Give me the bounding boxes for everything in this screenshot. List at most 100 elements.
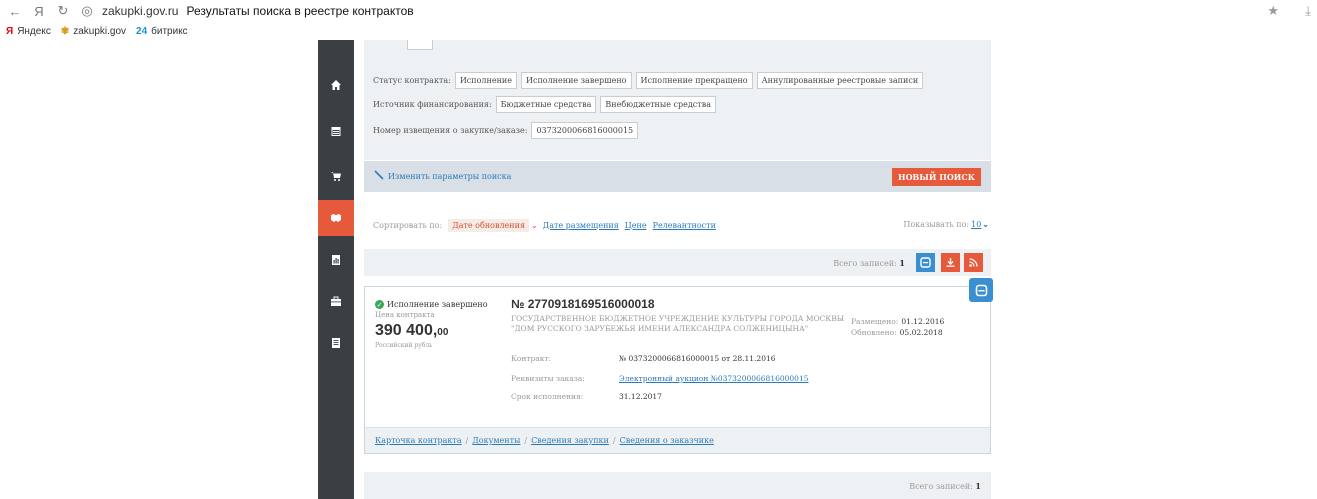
contract-status: ✓ Исполнение завершено: [375, 300, 488, 309]
handshake-icon: [331, 214, 341, 222]
separator: /: [524, 436, 528, 445]
rss-button[interactable]: [964, 253, 983, 272]
sort-option[interactable]: Цене: [625, 221, 647, 230]
records-total-bar: Всего записей: 1: [364, 249, 991, 276]
print-button[interactable]: [916, 253, 935, 272]
yandex-logo-icon: Я: [6, 25, 14, 37]
records-total: Всего записей: 1: [833, 258, 905, 268]
filter-label: Номер извещения о закупке/заказе:: [373, 126, 528, 135]
page-size-selector: Показывать по: 10⌄: [903, 219, 989, 229]
status-text: Исполнение завершено: [387, 300, 488, 309]
sidebar-item-calendar[interactable]: [318, 113, 354, 149]
document-icon: [332, 338, 340, 348]
contract-card-link[interactable]: Карточка контракта: [375, 436, 462, 445]
filter-chip[interactable]: Исполнение: [454, 72, 517, 89]
site-info-icon[interactable]: ◎: [78, 2, 96, 20]
sidebar-item-cart[interactable]: [318, 158, 354, 194]
customer-info-link[interactable]: Сведения о заказчике: [620, 436, 714, 445]
sort-label: Сортировать по:: [373, 220, 443, 230]
placed-label: Размещено:: [851, 317, 899, 326]
modify-search-bar: Изменить параметры поиска НОВЫЙ ПОИСК: [364, 161, 991, 192]
reload-icon[interactable]: ↻: [54, 2, 72, 20]
page-size-value[interactable]: 10: [971, 220, 981, 229]
updated-value: 05.02.2018: [899, 328, 943, 337]
filter-chip[interactable]: Исполнение завершено: [520, 72, 632, 89]
purchase-info-link[interactable]: Сведения закупки: [531, 436, 609, 445]
contract-price: 390 400,00: [375, 322, 448, 340]
bookmark-label: Яндекс: [17, 25, 51, 37]
records-total: Всего записей: 1: [909, 481, 981, 491]
deadline-value: 31.12.2017: [619, 392, 662, 401]
rss-icon: [969, 258, 978, 267]
filter-label: Источник финансирования:: [373, 100, 492, 109]
sort-active-option[interactable]: Дате обновления: [448, 218, 529, 232]
bookmark-bitrix[interactable]: 24 битрикс: [136, 26, 188, 37]
sort-option[interactable]: Релевантности: [653, 221, 716, 230]
filter-chip[interactable]: Внебюджетные средства: [600, 96, 716, 113]
currency-label: Российский рубль: [375, 342, 433, 349]
home-icon: [331, 80, 341, 90]
filter-row-notice: Номер извещения о закупке/заказе: 037320…: [373, 122, 642, 139]
order-link[interactable]: Электронный аукцион №0373200066816000015: [619, 374, 809, 383]
contract-value: № 0373200066816000015 от 28.11.2016: [619, 354, 776, 363]
new-search-button[interactable]: НОВЫЙ ПОИСК: [892, 168, 981, 186]
sort-bar: Сортировать по: Дате обновления ⌄ Дате р…: [364, 218, 991, 232]
bookmark-label: битрикс: [151, 25, 188, 37]
sidebar-item-contracts[interactable]: [318, 200, 354, 236]
placed-value: 01.12.2016: [901, 317, 945, 326]
sidebar-item-documents[interactable]: [318, 325, 354, 361]
filter-chip[interactable]: 0373200066816000015: [531, 122, 639, 139]
bitrix24-icon: 24: [136, 25, 148, 37]
print-icon: [975, 284, 987, 296]
order-label: Реквизиты заказа:: [511, 374, 585, 383]
deadline-label: Срок исполнения:: [511, 392, 584, 401]
modify-search-link[interactable]: Изменить параметры поиска: [388, 172, 511, 181]
print-icon: [920, 257, 931, 268]
sidebar-item-home[interactable]: [318, 67, 354, 103]
sort-option[interactable]: Дате размещения: [543, 221, 619, 230]
back-icon[interactable]: ←: [6, 2, 24, 20]
yandex-icon[interactable]: Я: [30, 2, 48, 20]
filter-chip[interactable]: Бюджетные средства: [495, 96, 597, 113]
price-label: Цена контракта: [375, 311, 435, 319]
filter-chip[interactable]: Исполнение прекращено: [635, 72, 753, 89]
bookmark-label: zakupki.gov: [73, 25, 127, 37]
records-total-label: Всего записей:: [833, 259, 897, 268]
chevron-down-icon[interactable]: ⌄: [531, 221, 538, 230]
check-circle-icon: ✓: [375, 300, 384, 309]
browser-toolbar: ← Я ↻ ◎ zakupki.gov.ru Результаты поиска…: [0, 0, 1317, 22]
address-host[interactable]: zakupki.gov.ru: [102, 4, 178, 18]
sidebar-item-reports[interactable]: [318, 242, 354, 278]
price-main: 390 400,: [375, 322, 438, 339]
cart-icon: [331, 172, 341, 181]
page-size-label: Показывать по:: [903, 220, 970, 229]
customer-name: ГОСУДАРСТВЕННОЕ БЮДЖЕТНОЕ УЧРЕЖДЕНИЕ КУЛ…: [511, 314, 845, 333]
card-print-button[interactable]: [969, 278, 993, 302]
records-total-count: 1: [975, 481, 981, 491]
filter-row-status: Статус контракта: Исполнение Исполнение …: [373, 72, 927, 89]
price-cents: 00: [437, 327, 449, 338]
bookmark-yandex[interactable]: Я Яндекс: [6, 26, 51, 37]
pencil-icon: [374, 170, 384, 180]
sidebar-item-briefcase[interactable]: [318, 283, 354, 319]
documents-link[interactable]: Документы: [472, 436, 520, 445]
emblem-icon: ✾: [60, 25, 70, 37]
download-button[interactable]: [941, 253, 960, 272]
bookmark-zakupki[interactable]: ✾ zakupki.gov: [61, 26, 126, 37]
records-total-count: 1: [899, 258, 905, 268]
placed-date: Размещено: 01.12.2016: [851, 317, 944, 326]
chevron-down-icon[interactable]: ⌄: [982, 219, 989, 229]
contract-card: ✓ Исполнение завершено Цена контракта 39…: [364, 286, 991, 454]
report-icon: [332, 255, 340, 265]
filter-summary-panel: Статус контракта: Исполнение Исполнение …: [364, 40, 991, 160]
contract-label: Контракт:: [511, 354, 552, 363]
filter-chip-partial[interactable]: [407, 40, 433, 50]
download-icon: [946, 258, 955, 267]
filter-chip[interactable]: Аннулированные реестровые записи: [756, 72, 924, 89]
contract-number[interactable]: № 2770918169516000018: [511, 297, 655, 311]
updated-label: Обновлено:: [851, 328, 897, 337]
page-tab-title: Результаты поиска в реестре контрактов: [186, 4, 414, 18]
bookmark-star-icon[interactable]: ★: [1267, 3, 1279, 19]
bookmarks-bar: Я Яндекс ✾ zakupki.gov 24 битрикс: [0, 22, 1317, 40]
download-icon[interactable]: ⤓: [1305, 3, 1311, 19]
